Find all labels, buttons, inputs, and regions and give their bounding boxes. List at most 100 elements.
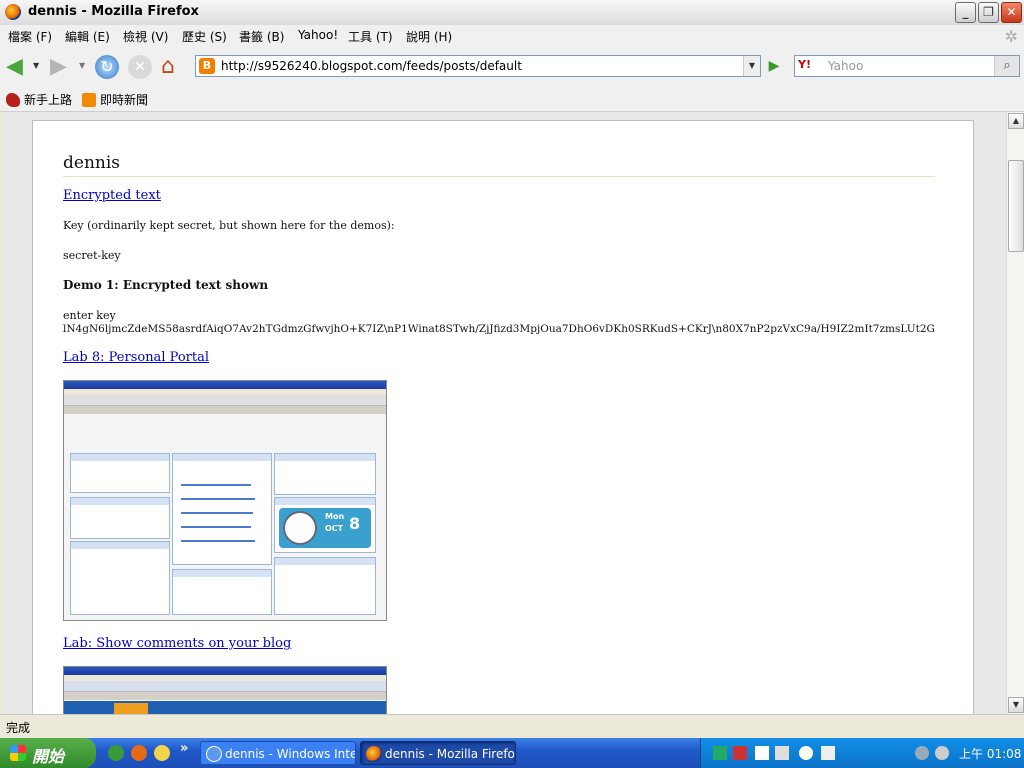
minimize-icon: _ bbox=[962, 5, 969, 19]
maximize-icon: ❐ bbox=[983, 5, 994, 19]
maximize-button[interactable]: ❐ bbox=[978, 2, 999, 23]
forward-history-dropdown[interactable]: ▼ bbox=[79, 61, 87, 71]
menu-bookmarks[interactable]: 書籤 (B) bbox=[239, 28, 284, 45]
quicklaunch-messenger-icon[interactable] bbox=[154, 745, 170, 761]
post-text: enter key bbox=[63, 309, 116, 322]
search-input[interactable]: Yahoo bbox=[828, 59, 863, 73]
bookmark-label: 即時新聞 bbox=[100, 93, 149, 107]
post-text: Key (ordinarily kept secret, but shown h… bbox=[63, 219, 395, 232]
menu-bar: 檔案 (F) 編輯 (E) 檢視 (V) 歷史 (S) 書籤 (B) Yahoo… bbox=[0, 25, 1024, 48]
tray-help-icon[interactable] bbox=[775, 746, 789, 760]
post-link-encrypted-text[interactable]: Encrypted text bbox=[63, 188, 161, 203]
menu-help[interactable]: 說明 (H) bbox=[406, 28, 452, 45]
windows-flag-icon bbox=[10, 745, 26, 761]
blog-title: dennis bbox=[63, 153, 121, 173]
post-subheading: Demo 1: Encrypted text shown bbox=[63, 278, 269, 292]
throbber-icon: ✲ bbox=[1004, 27, 1018, 46]
tray-doc-icon[interactable] bbox=[755, 746, 769, 760]
blogger-favicon-icon: B bbox=[199, 58, 215, 74]
thumb-gadget-news bbox=[70, 541, 170, 615]
home-button[interactable]: ⌂ bbox=[161, 55, 185, 79]
post-link-show-comments[interactable]: Lab: Show comments on your blog bbox=[63, 636, 291, 651]
vertical-scrollbar[interactable]: ▲ ▼ bbox=[1006, 112, 1024, 714]
window-title: dennis - Mozilla Firefox bbox=[28, 4, 199, 19]
tray-question-icon[interactable] bbox=[799, 746, 813, 760]
scroll-down-button[interactable]: ▼ bbox=[1008, 697, 1024, 713]
back-history-dropdown[interactable]: ▼ bbox=[33, 61, 41, 71]
post-link-personal-portal[interactable]: Lab 8: Personal Portal bbox=[63, 350, 209, 365]
back-button[interactable]: ◀ bbox=[6, 55, 30, 79]
system-tray: 上午 01:08 bbox=[700, 738, 1024, 768]
task-internet-explorer[interactable]: dennis - Windows Inte... bbox=[200, 741, 356, 765]
bookmark-label: 新手上路 bbox=[24, 93, 73, 107]
reload-button[interactable]: ↻ bbox=[95, 55, 119, 79]
search-icon[interactable]: ⌕ bbox=[994, 56, 1019, 76]
taskbar: 開始 » dennis - Windows Inte... dennis - M… bbox=[0, 738, 1024, 768]
url-dropdown-button[interactable]: ▼ bbox=[743, 56, 760, 76]
bookmark-latest-news[interactable]: 即時新聞 bbox=[82, 91, 148, 108]
thumb-navbar bbox=[64, 681, 386, 692]
rss-icon bbox=[82, 93, 96, 107]
stop-button[interactable]: ✕ bbox=[128, 55, 152, 79]
thumb-clock-day: 8 bbox=[349, 514, 361, 533]
thumb-tabs bbox=[64, 406, 386, 414]
title-divider bbox=[63, 176, 935, 177]
thumb-gadget-youtube bbox=[274, 557, 376, 615]
feed-page: dennis Encrypted text Key (ordinarily ke… bbox=[32, 120, 974, 714]
url-bar[interactable]: B http://s9526240.blogspot.com/feeds/pos… bbox=[195, 55, 761, 77]
thumb-gadget-gmail bbox=[274, 453, 376, 495]
close-icon: ✕ bbox=[1006, 5, 1017, 19]
thumb-header-badge bbox=[114, 703, 148, 714]
ie-icon bbox=[206, 746, 222, 762]
start-label: 開始 bbox=[32, 747, 65, 766]
thumb-clock-weekday: Mon bbox=[325, 512, 345, 521]
page-viewport: dennis Encrypted text Key (ordinarily ke… bbox=[4, 112, 1006, 714]
navigation-toolbar: ◀ ▼ ▶ ▼ ↻ ✕ ⌂ B http://s9526240.blogspot… bbox=[0, 47, 1024, 87]
tray-user-icon[interactable] bbox=[935, 746, 949, 760]
thumb-gadget-calendar bbox=[172, 569, 272, 615]
thumb-line bbox=[181, 512, 253, 514]
comments-screenshot-image[interactable] bbox=[63, 666, 387, 714]
taskbar-clock[interactable]: 上午 01:08 bbox=[959, 745, 1021, 762]
bookmark-getting-started[interactable]: 新手上路 bbox=[6, 91, 72, 108]
thumb-gadget-groups bbox=[70, 497, 170, 539]
forward-button[interactable]: ▶ bbox=[50, 55, 74, 79]
search-bar[interactable]: Y! Yahoo ⌕ bbox=[794, 55, 1020, 77]
tray-network-icon[interactable] bbox=[821, 746, 835, 760]
quicklaunch-more-icon[interactable]: » bbox=[180, 741, 188, 756]
quicklaunch-firefox-icon[interactable] bbox=[131, 745, 147, 761]
thumb-line bbox=[181, 484, 251, 486]
menu-tools[interactable]: 工具 (T) bbox=[348, 28, 393, 45]
menu-file[interactable]: 檔案 (F) bbox=[8, 28, 52, 45]
ime-icon[interactable] bbox=[713, 746, 727, 760]
scroll-thumb[interactable] bbox=[1008, 160, 1024, 252]
cipher-text: lN4gN6ljmcZdeMS58asrdfAiqO7Av2hTGdmzGfwv… bbox=[63, 323, 935, 335]
thumb-tabs bbox=[64, 692, 386, 700]
firefox-bookmark-icon bbox=[6, 93, 20, 107]
menu-history[interactable]: 歷史 (S) bbox=[182, 28, 227, 45]
scroll-up-button[interactable]: ▲ bbox=[1008, 113, 1024, 129]
task-firefox[interactable]: dennis - Mozilla Firefox bbox=[360, 741, 516, 765]
thumb-navbar bbox=[64, 395, 386, 406]
thumb-titlebar bbox=[64, 381, 386, 389]
thumb-gadget-docs bbox=[70, 453, 170, 493]
menu-view[interactable]: 檢視 (V) bbox=[123, 28, 168, 45]
thumb-gadget-datetime: Mon OCT 8 bbox=[274, 497, 376, 553]
thumb-page-header bbox=[64, 701, 386, 714]
go-button[interactable]: ▶ bbox=[764, 56, 784, 76]
ime-mode-icon[interactable] bbox=[733, 746, 747, 760]
igoogle-screenshot-image[interactable]: Mon OCT 8 bbox=[63, 380, 387, 621]
quicklaunch-media-icon[interactable] bbox=[108, 745, 124, 761]
menu-yahoo[interactable]: Yahoo! bbox=[298, 28, 338, 42]
url-text[interactable]: http://s9526240.blogspot.com/feeds/posts… bbox=[221, 59, 522, 73]
close-button[interactable]: ✕ bbox=[1001, 2, 1022, 23]
analog-clock-icon bbox=[283, 511, 317, 545]
tray-collapse-icon[interactable] bbox=[915, 746, 929, 760]
start-button[interactable]: 開始 bbox=[0, 738, 96, 768]
minimize-button[interactable]: _ bbox=[955, 2, 976, 23]
status-text: 完成 bbox=[6, 721, 31, 735]
task-label: dennis - Windows Inte... bbox=[225, 747, 356, 761]
thumb-line bbox=[181, 498, 255, 500]
yahoo-engine-icon[interactable]: Y! bbox=[798, 58, 811, 71]
menu-edit[interactable]: 編輯 (E) bbox=[65, 28, 110, 45]
